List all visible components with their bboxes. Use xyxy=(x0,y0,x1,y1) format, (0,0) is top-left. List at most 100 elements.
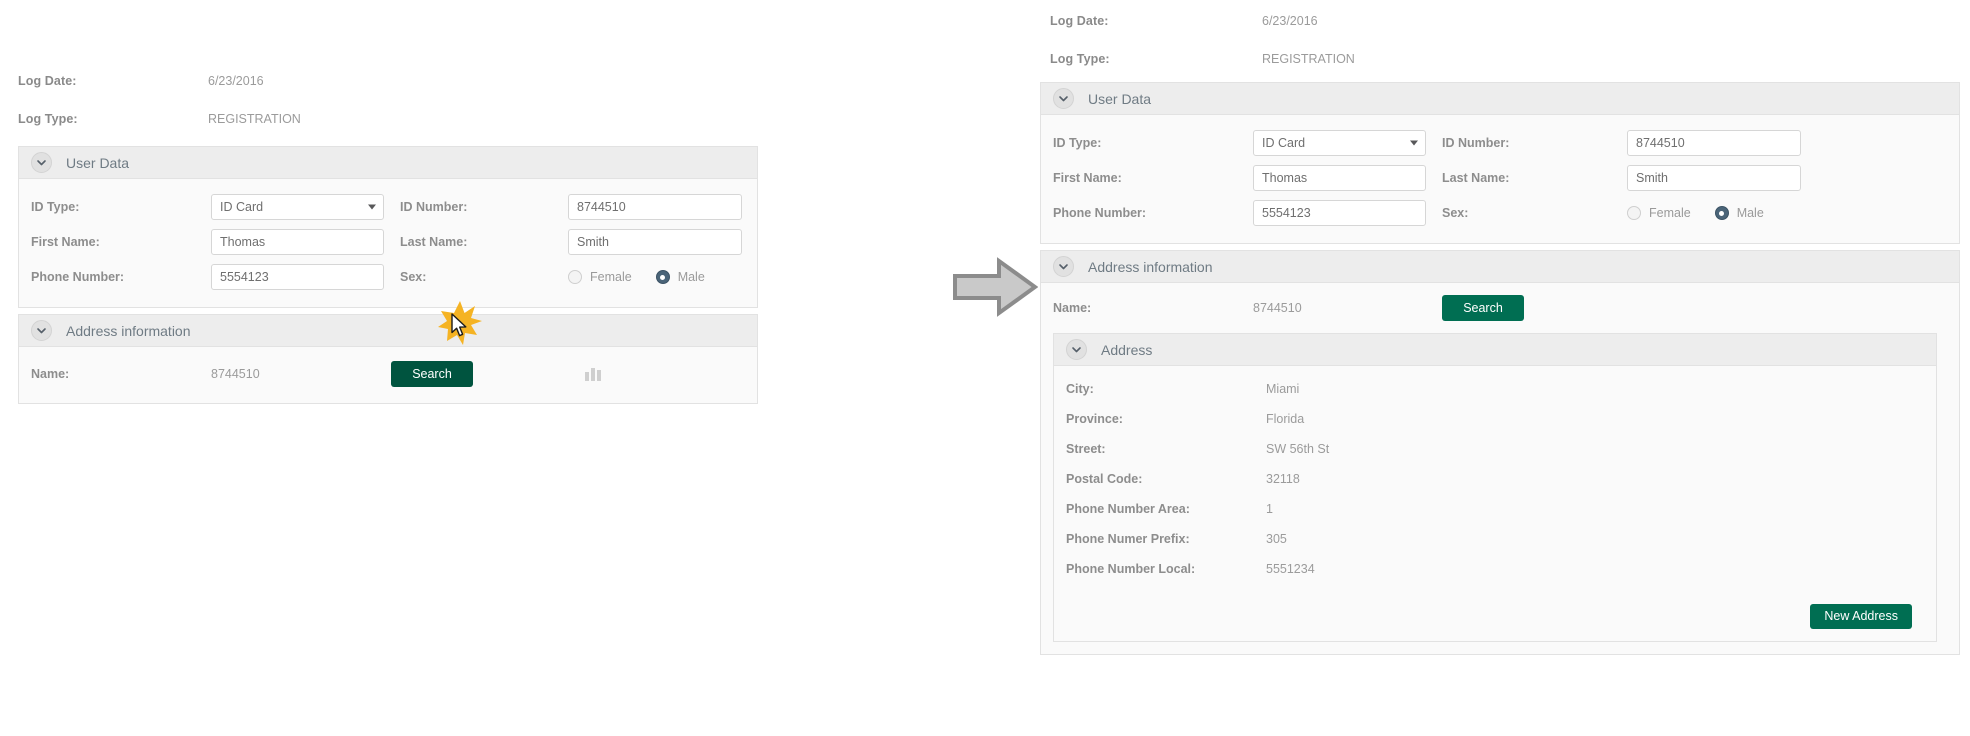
columns-chooser-icon[interactable] xyxy=(585,367,601,381)
phone-number-label: Phone Number: xyxy=(31,270,125,284)
phone-number-input[interactable] xyxy=(1253,200,1426,226)
radio-selected-icon xyxy=(655,270,670,284)
user-data-section-header[interactable]: User Data xyxy=(19,147,757,179)
city-label: City: xyxy=(1066,381,1094,396)
log-date-label: Log Date: xyxy=(18,74,77,88)
transition-arrow-icon xyxy=(953,257,1038,317)
chevron-down-icon[interactable] xyxy=(1053,256,1074,277)
address-name-value: 8744510 xyxy=(1253,301,1302,315)
sex-radio-male[interactable]: Male xyxy=(655,270,705,284)
province-label: Province: xyxy=(1066,411,1123,426)
user-data-section-header[interactable]: User Data xyxy=(1041,83,1959,115)
log-type-row: Log Type: REGISTRATION xyxy=(1040,40,1970,78)
address-actions: New Address xyxy=(1054,588,1936,633)
sex-radio-male[interactable]: Male xyxy=(1714,206,1764,220)
phone-number-row: Phone Number: Sex: Female Male xyxy=(19,262,757,292)
id-number-input[interactable] xyxy=(568,194,742,220)
address-information-section: Address information Name: 8744510 Search xyxy=(1040,250,1960,655)
id-number-label: ID Number: xyxy=(1442,136,1510,150)
chevron-down-icon[interactable] xyxy=(31,320,52,341)
sex-radio-male-label: Male xyxy=(677,270,705,284)
sex-label: Sex: xyxy=(400,270,427,284)
phone-number-row: Phone Number: Sex: Female Male xyxy=(1041,198,1959,228)
phone-number-input[interactable] xyxy=(211,264,384,290)
last-name-label: Last Name: xyxy=(400,235,468,249)
city-value: Miami xyxy=(1266,381,1300,396)
last-name-label: Last Name: xyxy=(1442,171,1510,185)
phone-number-local-label: Phone Number Local: xyxy=(1066,561,1196,576)
address-field-row: Postal Code: 32118 xyxy=(1054,468,1936,489)
user-data-section-title: User Data xyxy=(1088,90,1152,107)
address-field-row: Phone Number Area: 1 xyxy=(1054,498,1936,519)
new-address-button[interactable]: New Address xyxy=(1810,604,1912,629)
user-data-section: User Data ID Type: ID Number: xyxy=(18,146,758,308)
screenshot-stage: Log Date: 6/23/2016 Log Type: REGISTRATI… xyxy=(0,0,1970,736)
phone-numer-prefix-label: Phone Numer Prefix: xyxy=(1066,531,1190,546)
log-type-label: Log Type: xyxy=(18,112,78,126)
address-name-row: Name: 8744510 Search xyxy=(1041,293,1959,323)
address-field-row: Street: SW 56th St xyxy=(1054,438,1936,459)
address-information-section-header[interactable]: Address information xyxy=(1041,251,1959,283)
user-data-section-title: User Data xyxy=(66,154,130,171)
radio-selected-icon xyxy=(1714,206,1729,220)
sex-radio-female[interactable]: Female xyxy=(568,270,632,284)
first-name-row: First Name: Last Name: xyxy=(1041,163,1959,193)
address-name-label: Name: xyxy=(31,367,70,381)
search-button[interactable]: Search xyxy=(391,361,473,387)
id-type-select[interactable] xyxy=(1253,130,1426,156)
phone-number-area-label: Phone Number Area: xyxy=(1066,501,1190,516)
address-name-value: 8744510 xyxy=(211,367,260,381)
log-date-row: Log Date: 6/23/2016 xyxy=(1040,2,1970,40)
address-subsection-title: Address xyxy=(1101,341,1153,358)
address-field-row: City: Miami xyxy=(1054,378,1936,399)
street-value: SW 56th St xyxy=(1266,441,1330,456)
id-type-select-wrap[interactable] xyxy=(211,194,384,220)
user-data-section: User Data ID Type: ID Number: First Name… xyxy=(1040,82,1960,244)
province-value: Florida xyxy=(1266,411,1305,426)
address-name-label: Name: xyxy=(1053,301,1092,315)
log-date-row: Log Date: 6/23/2016 xyxy=(18,62,958,100)
chevron-down-icon[interactable] xyxy=(1053,88,1074,109)
radio-unselected-icon xyxy=(568,270,582,284)
before-state-panel: Log Date: 6/23/2016 Log Type: REGISTRATI… xyxy=(0,0,1040,736)
chevron-down-icon[interactable] xyxy=(31,152,52,173)
address-information-section-body: Name: 8744510 Search xyxy=(19,347,757,403)
last-name-input[interactable] xyxy=(568,229,742,255)
id-type-row: ID Type: ID Number: xyxy=(19,192,757,222)
radio-unselected-icon xyxy=(1627,206,1641,220)
address-subsection-body: City: Miami Province: Florida Street: SW… xyxy=(1054,366,1936,641)
id-type-label: ID Type: xyxy=(1053,136,1102,150)
after-state-panel: Log Date: 6/23/2016 Log Type: REGISTRATI… xyxy=(1040,0,1970,736)
id-number-input[interactable] xyxy=(1627,130,1801,156)
user-data-section-body: ID Type: ID Number: First Name: Last Nam… xyxy=(19,179,757,307)
sex-label: Sex: xyxy=(1442,206,1469,220)
log-date-value: 6/23/2016 xyxy=(208,74,264,88)
id-type-row: ID Type: ID Number: xyxy=(1041,128,1959,158)
sex-radio-female[interactable]: Female xyxy=(1627,206,1691,220)
log-type-value: REGISTRATION xyxy=(1262,52,1355,66)
user-data-section-body: ID Type: ID Number: First Name: Last Nam… xyxy=(1041,115,1959,243)
last-name-input[interactable] xyxy=(1627,165,1801,191)
first-name-input[interactable] xyxy=(1253,165,1426,191)
id-type-select[interactable] xyxy=(211,194,384,220)
address-field-row: Province: Florida xyxy=(1054,408,1936,429)
first-name-label: First Name: xyxy=(1053,171,1122,185)
phone-numer-prefix-value: 305 xyxy=(1266,531,1287,546)
address-information-section-header[interactable]: Address information xyxy=(19,315,757,347)
address-field-row: Phone Numer Prefix: 305 xyxy=(1054,528,1936,549)
address-name-row: Name: 8744510 Search xyxy=(19,359,757,389)
id-type-select-wrap[interactable] xyxy=(1253,130,1426,156)
postal-code-value: 32118 xyxy=(1266,471,1300,486)
address-subsection-header[interactable]: Address xyxy=(1054,334,1936,366)
first-name-input[interactable] xyxy=(211,229,384,255)
sex-radio-female-label: Female xyxy=(1649,206,1691,220)
chevron-down-icon[interactable] xyxy=(1066,339,1087,360)
phone-number-local-value: 5551234 xyxy=(1266,561,1315,576)
address-field-row: Phone Number Local: 5551234 xyxy=(1054,558,1936,579)
sex-radio-group: Female Male xyxy=(568,270,729,284)
search-button[interactable]: Search xyxy=(1442,295,1524,321)
log-date-label: Log Date: xyxy=(1050,14,1109,28)
sex-radio-male-label: Male xyxy=(1736,206,1764,220)
log-type-label: Log Type: xyxy=(1050,52,1110,66)
address-information-section: Address information Name: 8744510 Search xyxy=(18,314,758,404)
